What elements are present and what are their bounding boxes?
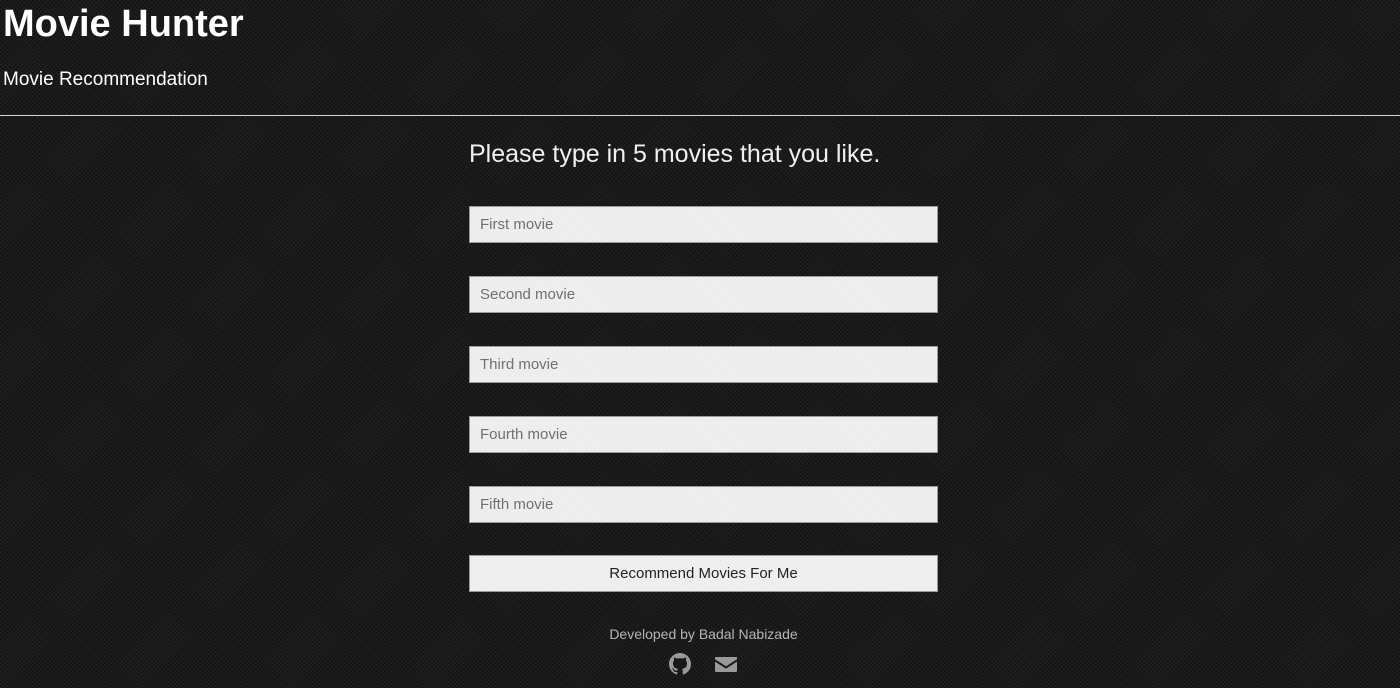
social-links (469, 653, 938, 675)
form-prompt: Please type in 5 movies that you like. (469, 140, 881, 168)
site-title: Movie Hunter (3, 3, 244, 45)
fourth-movie-input[interactable] (469, 416, 938, 453)
first-movie-input[interactable] (469, 206, 938, 243)
github-icon[interactable] (669, 653, 693, 675)
developer-credit: Developed by Badal Nabizade (609, 626, 798, 642)
fifth-movie-input[interactable] (469, 486, 938, 523)
third-movie-input[interactable] (469, 346, 938, 383)
envelope-icon[interactable] (714, 653, 738, 675)
page-footer: Developed by Badal Nabizade (469, 625, 938, 675)
recommend-button[interactable]: Recommend Movies For Me (469, 555, 938, 592)
site-subtitle: Movie Recommendation (3, 69, 208, 90)
second-movie-input[interactable] (469, 276, 938, 313)
site-header: Movie Hunter Movie Recommendation (0, 0, 1400, 116)
